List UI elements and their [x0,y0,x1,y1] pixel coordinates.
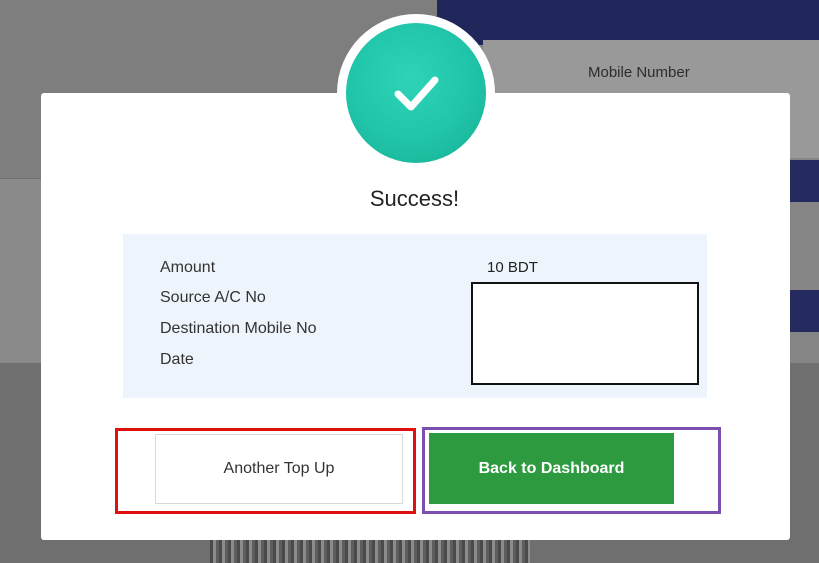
background-header-bar [437,0,819,45]
background-texture [210,536,530,563]
amount-value: 10 BDT [487,259,538,276]
background-mobile-number-label: Mobile Number [588,64,690,81]
destination-mobile-label: Destination Mobile No [160,320,317,337]
background-accent-strip [790,290,819,332]
modal-title: Success! [369,186,460,211]
amount-label: Amount [160,259,216,276]
another-top-up-button[interactable]: Another Top Up [155,434,403,504]
checkmark-icon [346,23,486,163]
source-account-label: Source A/C No [160,289,266,306]
back-to-dashboard-button[interactable]: Back to Dashboard [429,433,674,504]
date-label: Date [160,351,194,368]
checkmark-icon-glyph [394,76,439,111]
redacted-details-box [471,282,699,385]
